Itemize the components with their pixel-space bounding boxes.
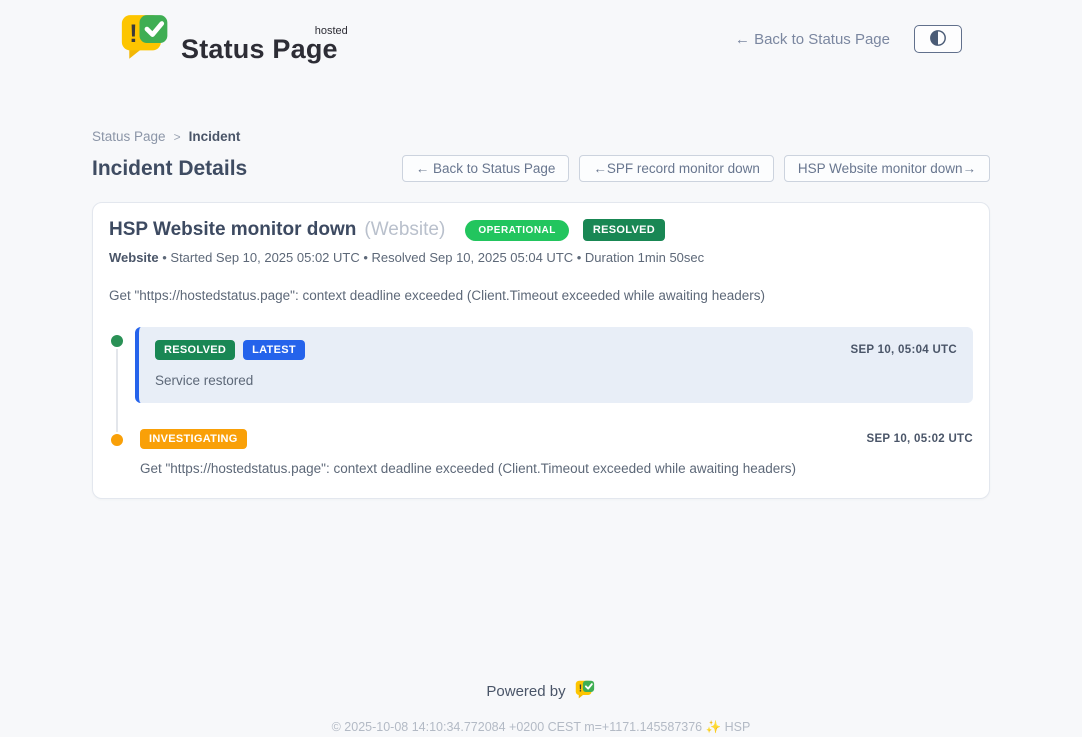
- copyright-text: © 2025-10-08 14:10:34.772084 +0200 CEST …: [92, 720, 990, 735]
- half-moon-theme-icon: [929, 29, 947, 50]
- prev-incident-button[interactable]: ←SPF record monitor down: [579, 155, 774, 182]
- timeline-entry-head: RESOLVED LATEST SEP 10, 05:04 UTC: [155, 340, 957, 360]
- timeline-entry-timestamp: SEP 10, 05:02 UTC: [866, 433, 973, 445]
- timeline-entry-head: INVESTIGATING SEP 10, 05:02 UTC: [140, 429, 973, 449]
- page-footer: Powered by ! © 2025-10-08 14:10:34.77208…: [92, 679, 990, 735]
- header-back-link[interactable]: ← Back to Status Page: [735, 31, 890, 48]
- incident-meta: Website • Started Sep 10, 2025 05:02 UTC…: [109, 250, 973, 265]
- powered-by-row[interactable]: Powered by !: [92, 679, 990, 703]
- breadcrumb-incident: Incident: [189, 129, 241, 144]
- operational-status-badge: OPERATIONAL: [465, 220, 569, 241]
- incident-component: (Website): [364, 219, 445, 241]
- page-title: Incident Details: [92, 157, 247, 181]
- timeline-entry-message: Get "https://hostedstatus.page": context…: [140, 461, 973, 476]
- timeline-entry-message: Service restored: [155, 373, 957, 388]
- breadcrumb-separator: >: [174, 130, 181, 144]
- breadcrumb-status-page[interactable]: Status Page: [92, 129, 166, 144]
- timeline-entry-plain: INVESTIGATING SEP 10, 05:02 UTC Get "htt…: [140, 429, 973, 476]
- incident-meta-component: Website: [109, 250, 159, 265]
- incident-card-title-row: HSP Website monitor down (Website) OPERA…: [109, 219, 973, 241]
- incident-meta-details: • Started Sep 10, 2025 05:02 UTC • Resol…: [162, 250, 704, 265]
- investigating-dot-icon: [109, 432, 125, 448]
- breadcrumb: Status Page > Incident: [92, 129, 990, 144]
- timeline-entry-investigating: INVESTIGATING SEP 10, 05:02 UTC Get "htt…: [109, 429, 973, 476]
- incident-card: HSP Website monitor down (Website) OPERA…: [92, 202, 990, 499]
- hsp-logo-icon: !: [575, 679, 596, 703]
- site-header: ! Status Page hosted ← Back to Status Pa…: [92, 0, 990, 65]
- timeline-entry-highlight-box: RESOLVED LATEST SEP 10, 05:04 UTC Servic…: [135, 327, 973, 403]
- timeline-entry-badges: RESOLVED LATEST: [155, 340, 305, 360]
- svg-text:!: !: [129, 20, 137, 48]
- logo[interactable]: ! Status Page hosted: [120, 13, 344, 65]
- logo-hosted-badge: hosted: [315, 25, 348, 37]
- next-incident-button[interactable]: HSP Website monitor down→: [784, 155, 990, 182]
- timeline-entry-timestamp: SEP 10, 05:04 UTC: [850, 344, 957, 356]
- theme-toggle-button[interactable]: [914, 25, 962, 53]
- incident-nav-buttons: ← Back to Status Page ←SPF record monito…: [402, 155, 990, 182]
- timeline-entry-resolved: RESOLVED LATEST SEP 10, 05:04 UTC Servic…: [109, 327, 973, 403]
- timeline-marker: [109, 327, 125, 349]
- logo-text-wrap: Status Page hosted: [181, 35, 344, 65]
- timeline-entry-badges: INVESTIGATING: [140, 429, 247, 449]
- incident-timeline: RESOLVED LATEST SEP 10, 05:04 UTC Servic…: [109, 327, 973, 476]
- incident-title: HSP Website monitor down: [109, 219, 356, 241]
- timeline-resolved-badge: RESOLVED: [155, 340, 235, 360]
- status-page-logo-icon: !: [120, 13, 172, 65]
- title-row: Incident Details ← Back to Status Page ←…: [92, 155, 990, 182]
- incident-description: Get "https://hostedstatus.page": context…: [109, 288, 973, 303]
- back-to-status-page-button[interactable]: ← Back to Status Page: [402, 155, 570, 182]
- resolved-status-badge: RESOLVED: [583, 219, 665, 241]
- header-right: ← Back to Status Page: [735, 25, 962, 53]
- timeline-investigating-badge: INVESTIGATING: [140, 429, 247, 449]
- resolved-dot-icon: [109, 333, 125, 349]
- logo-text: Status Page: [181, 34, 338, 64]
- timeline-marker: [109, 429, 125, 448]
- svg-text:!: !: [578, 684, 581, 695]
- timeline-latest-badge: LATEST: [243, 340, 305, 360]
- powered-by-label: Powered by: [486, 683, 565, 700]
